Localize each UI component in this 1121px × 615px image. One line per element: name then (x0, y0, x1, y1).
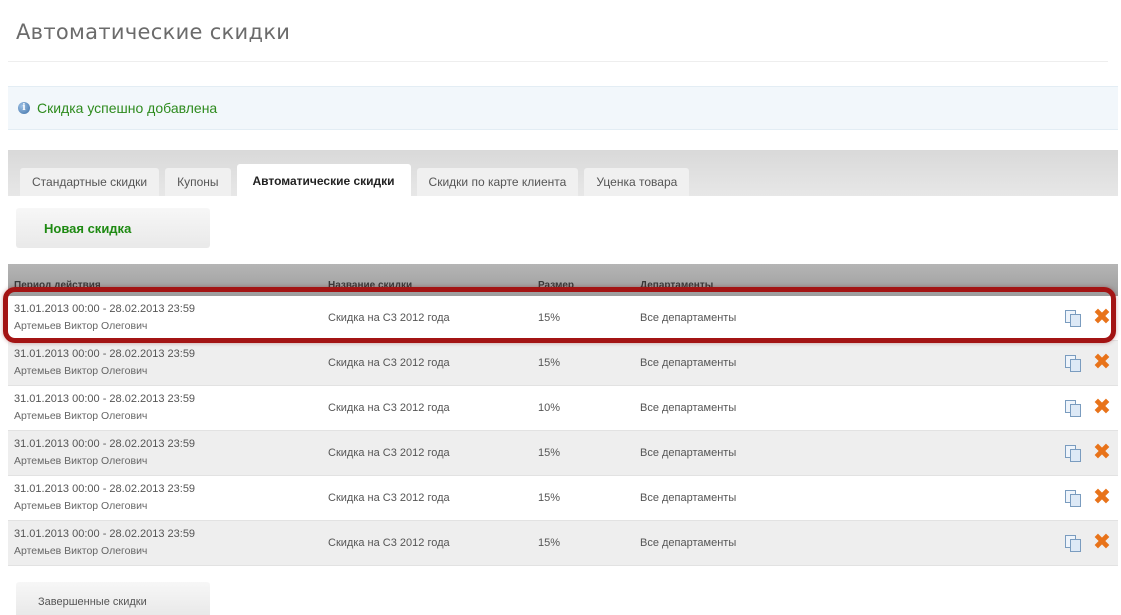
discount-size-cell: 15% (538, 312, 561, 324)
discount-table-body: 31.01.2013 00:00 - 28.02.2013 23:59 Арте… (8, 296, 1118, 566)
period-cell: 31.01.2013 00:00 - 28.02.2013 23:59 Арте… (14, 346, 195, 380)
tab-standard-discounts[interactable]: Стандартные скидки (20, 168, 160, 196)
table-row[interactable]: 31.01.2013 00:00 - 28.02.2013 23:59 Арте… (8, 476, 1118, 521)
departments-cell: Все департаменты (640, 537, 737, 549)
row-actions: ✖ (1064, 352, 1112, 374)
copy-icon[interactable] (1064, 489, 1082, 508)
column-header-departments[interactable]: Департаменты (640, 280, 713, 291)
notice-text: Скидка успешно добавлена (37, 100, 218, 116)
discount-size-cell: 15% (538, 447, 561, 459)
tab-automatic-discounts[interactable]: Автоматические скидки (236, 164, 411, 196)
discount-name-cell: Скидка на С3 2012 года (328, 402, 450, 414)
tabs-bar: Стандартные скидки Купоны Автоматические… (8, 150, 1118, 196)
delete-icon[interactable]: ✖ (1092, 442, 1112, 464)
delete-icon[interactable]: ✖ (1092, 352, 1112, 374)
discount-name-cell: Скидка на С3 2012 года (328, 312, 450, 324)
period-text: 31.01.2013 00:00 - 28.02.2013 23:59 (14, 438, 196, 450)
tab-markdown[interactable]: Уценка товара (584, 168, 690, 196)
success-notice: i Скидка успешно добавлена (8, 86, 1118, 130)
page: Автоматические скидки i Скидка успешно д… (0, 0, 1121, 615)
table-row[interactable]: 31.01.2013 00:00 - 28.02.2013 23:59 Арте… (8, 341, 1118, 386)
table-row[interactable]: 31.01.2013 00:00 - 28.02.2013 23:59 Арте… (8, 386, 1118, 431)
tab-list: Стандартные скидки Купоны Автоматические… (20, 164, 695, 196)
delete-icon[interactable]: ✖ (1092, 307, 1112, 329)
discount-size-cell: 15% (538, 357, 561, 369)
departments-cell: Все департаменты (640, 357, 737, 369)
table-header: Период действия Название скидки Размер Д… (8, 264, 1118, 296)
table-row[interactable]: 31.01.2013 00:00 - 28.02.2013 23:59 Арте… (8, 431, 1118, 476)
tab-coupons[interactable]: Купоны (165, 168, 231, 196)
row-actions: ✖ (1064, 532, 1112, 554)
discount-size-cell: 15% (538, 492, 561, 504)
period-text: 31.01.2013 00:00 - 28.02.2013 23:59 (14, 348, 196, 360)
author-text: Артемьев Виктор Олегович (14, 545, 148, 557)
copy-icon[interactable] (1064, 354, 1082, 373)
author-text: Артемьев Виктор Олегович (14, 365, 148, 377)
info-icon: i (18, 102, 30, 114)
departments-cell: Все департаменты (640, 402, 737, 414)
column-header-size[interactable]: Размер (538, 280, 574, 291)
period-cell: 31.01.2013 00:00 - 28.02.2013 23:59 Арте… (14, 301, 195, 335)
author-text: Артемьев Виктор Олегович (14, 320, 148, 332)
author-text: Артемьев Виктор Олегович (14, 500, 148, 512)
period-cell: 31.01.2013 00:00 - 28.02.2013 23:59 Арте… (14, 481, 195, 515)
period-text: 31.01.2013 00:00 - 28.02.2013 23:59 (14, 303, 196, 315)
departments-cell: Все департаменты (640, 312, 737, 324)
period-cell: 31.01.2013 00:00 - 28.02.2013 23:59 Арте… (14, 391, 195, 425)
discount-size-cell: 10% (538, 402, 561, 414)
tab-client-card-discounts[interactable]: Скидки по карте клиента (416, 168, 579, 196)
delete-icon[interactable]: ✖ (1092, 397, 1112, 419)
period-text: 31.01.2013 00:00 - 28.02.2013 23:59 (14, 528, 196, 540)
author-text: Артемьев Виктор Олегович (14, 410, 148, 422)
table-row[interactable]: 31.01.2013 00:00 - 28.02.2013 23:59 Арте… (8, 521, 1118, 566)
row-actions: ✖ (1064, 487, 1112, 509)
new-discount-button[interactable]: Новая скидка (16, 208, 210, 248)
delete-icon[interactable]: ✖ (1092, 532, 1112, 554)
table-row[interactable]: 31.01.2013 00:00 - 28.02.2013 23:59 Арте… (8, 296, 1118, 341)
column-header-name[interactable]: Название скидки (328, 280, 412, 291)
delete-icon[interactable]: ✖ (1092, 487, 1112, 509)
period-cell: 31.01.2013 00:00 - 28.02.2013 23:59 Арте… (14, 436, 195, 470)
period-cell: 31.01.2013 00:00 - 28.02.2013 23:59 Арте… (14, 526, 195, 560)
period-text: 31.01.2013 00:00 - 28.02.2013 23:59 (14, 483, 196, 495)
page-header: Автоматические скидки (8, 8, 1108, 62)
copy-icon[interactable] (1064, 399, 1082, 418)
copy-icon[interactable] (1064, 444, 1082, 463)
completed-discounts-button[interactable]: Завершенные скидки (16, 582, 210, 615)
discount-size-cell: 15% (538, 537, 561, 549)
discount-name-cell: Скидка на С3 2012 года (328, 357, 450, 369)
discount-name-cell: Скидка на С3 2012 года (328, 492, 450, 504)
copy-icon[interactable] (1064, 534, 1082, 553)
row-actions: ✖ (1064, 442, 1112, 464)
row-actions: ✖ (1064, 307, 1112, 329)
discount-name-cell: Скидка на С3 2012 года (328, 537, 450, 549)
copy-icon[interactable] (1064, 309, 1082, 328)
column-header-period[interactable]: Период действия (14, 280, 101, 291)
row-actions: ✖ (1064, 397, 1112, 419)
discount-name-cell: Скидка на С3 2012 года (328, 447, 450, 459)
period-text: 31.01.2013 00:00 - 28.02.2013 23:59 (14, 393, 196, 405)
departments-cell: Все департаменты (640, 492, 737, 504)
page-title: Автоматические скидки (16, 20, 291, 44)
author-text: Артемьев Виктор Олегович (14, 455, 148, 467)
departments-cell: Все департаменты (640, 447, 737, 459)
